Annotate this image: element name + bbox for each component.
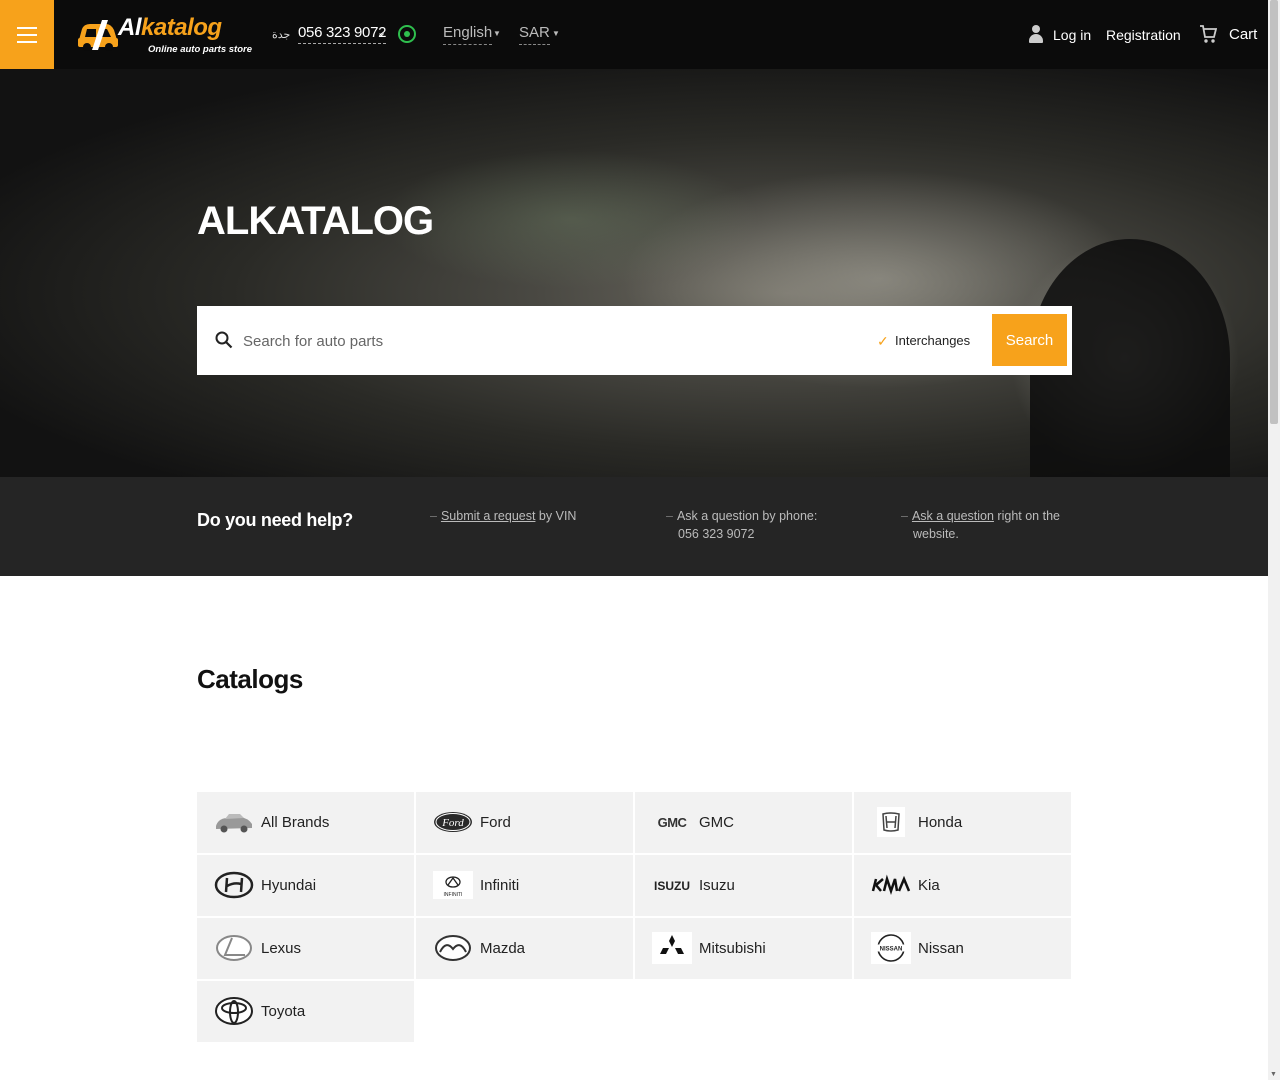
catalogs-title: Catalogs: [197, 664, 303, 694]
brand-name: Ford: [480, 814, 511, 831]
user-icon[interactable]: [1029, 25, 1043, 43]
chevron-down-icon[interactable]: ▼: [493, 29, 501, 38]
help-title: Do you need help?: [197, 510, 353, 530]
help-phone[interactable]: 056 323 9072: [678, 527, 754, 541]
brand-name: Kia: [918, 877, 940, 894]
logo-car-icon: [78, 20, 118, 51]
svg-text:NISSAN: NISSAN: [880, 947, 903, 953]
brand-name: Isuzu: [699, 877, 735, 894]
toyota-logo-icon: [215, 997, 253, 1025]
brand-toyota[interactable]: Toyota: [197, 981, 414, 1042]
brand-grid: All Brands Ford Ford GMC GMC Honda Hyund…: [197, 792, 1072, 1042]
brand-name: Mitsubishi: [699, 940, 766, 957]
whatsapp-icon[interactable]: [398, 25, 416, 43]
interchanges-checkbox[interactable]: ✓: [877, 333, 889, 350]
brand-infiniti[interactable]: INFINITI Infiniti: [416, 855, 633, 916]
cart-link[interactable]: Cart: [1229, 26, 1257, 43]
brand-name: Lexus: [261, 940, 302, 957]
brand-name: Toyota: [261, 1003, 306, 1020]
phone-link[interactable]: 056 323 9072: [298, 24, 386, 44]
city-label: جدة: [272, 29, 291, 41]
brand-honda[interactable]: Honda: [854, 792, 1071, 853]
brand-all-brands[interactable]: All Brands: [197, 792, 414, 853]
logo-text: Alkatalog: [118, 14, 222, 41]
svg-text:GMC: GMC: [658, 815, 688, 830]
cart-icon[interactable]: [1199, 24, 1217, 44]
nissan-logo-icon: NISSAN: [871, 932, 911, 964]
svg-text:ISUZU: ISUZU: [654, 879, 690, 893]
site-logo[interactable]: Alkatalog Online auto parts store: [74, 8, 254, 60]
registration-link[interactable]: Registration: [1106, 27, 1181, 43]
interchanges-label[interactable]: Interchanges: [895, 333, 970, 348]
language-selector[interactable]: English: [443, 24, 493, 45]
brand-mitsubishi[interactable]: Mitsubishi: [635, 918, 852, 979]
brand-nissan[interactable]: NISSAN Nissan: [854, 918, 1071, 979]
search-input[interactable]: [243, 328, 843, 354]
submit-request-link[interactable]: Submit a request: [441, 509, 536, 523]
brand-name: Infiniti: [480, 877, 520, 894]
top-header: Alkatalog Online auto parts store جدة 05…: [0, 0, 1268, 69]
mazda-logo-icon: [435, 935, 471, 961]
car-icon: [216, 814, 252, 833]
brand-hyundai[interactable]: Hyundai: [197, 855, 414, 916]
hero-banner: ALKATALOG ✓ Interchanges Search: [0, 69, 1268, 477]
gmc-logo-icon: GMC: [658, 815, 688, 830]
hamburger-icon: [17, 26, 37, 43]
search-button[interactable]: Search: [992, 314, 1067, 366]
help-item-phone: – Ask a question by phone: 056 323 9072: [666, 509, 818, 541]
svg-text:INFINITI: INFINITI: [444, 892, 463, 898]
currency-selector[interactable]: SAR: [519, 24, 550, 45]
svg-text:Ford: Ford: [441, 817, 464, 829]
brand-name: All Brands: [261, 814, 330, 831]
hero-title: ALKATALOG: [197, 199, 434, 243]
chevron-down-icon[interactable]: ▼: [552, 29, 560, 38]
brand-isuzu[interactable]: ISUZU Isuzu: [635, 855, 852, 916]
help-item-vin: – Submit a request by VIN: [430, 509, 577, 523]
ford-logo-icon: Ford: [434, 812, 472, 832]
page-scrollbar[interactable]: ▼: [1268, 0, 1280, 1080]
honda-logo-icon: [877, 807, 905, 837]
mitsubishi-logo-icon: [652, 932, 692, 964]
search-icon: [215, 331, 233, 349]
brand-name: Nissan: [918, 940, 964, 957]
help-section: Do you need help? – Submit a request by V…: [0, 477, 1268, 576]
brand-name: GMC: [699, 814, 734, 831]
scroll-down-arrow-icon[interactable]: ▼: [1270, 1071, 1277, 1078]
kia-logo-icon: [871, 874, 911, 895]
isuzu-logo-icon: ISUZU: [654, 879, 690, 893]
scrollbar-thumb[interactable]: [1270, 0, 1278, 424]
infiniti-logo-icon: INFINITI: [433, 871, 473, 899]
logo-tagline: Online auto parts store: [148, 44, 252, 55]
brand-name: Hyundai: [261, 877, 317, 894]
lexus-logo-icon: [216, 935, 252, 961]
menu-button[interactable]: [0, 0, 54, 69]
brand-name: Mazda: [480, 940, 526, 957]
help-item-ask: – Ask a question right on the website.: [901, 509, 1060, 541]
login-link[interactable]: Log in: [1053, 27, 1091, 43]
brand-lexus[interactable]: Lexus: [197, 918, 414, 979]
ask-question-link[interactable]: Ask a question: [912, 509, 994, 523]
brand-kia[interactable]: Kia: [854, 855, 1071, 916]
search-bar: ✓ Interchanges Search: [197, 306, 1072, 375]
brand-ford[interactable]: Ford Ford: [416, 792, 633, 853]
brand-mazda[interactable]: Mazda: [416, 918, 633, 979]
chevron-down-icon[interactable]: ⌄: [377, 26, 386, 39]
brand-name: Honda: [918, 814, 963, 831]
brand-gmc[interactable]: GMC GMC: [635, 792, 852, 853]
hyundai-logo-icon: [214, 871, 254, 899]
